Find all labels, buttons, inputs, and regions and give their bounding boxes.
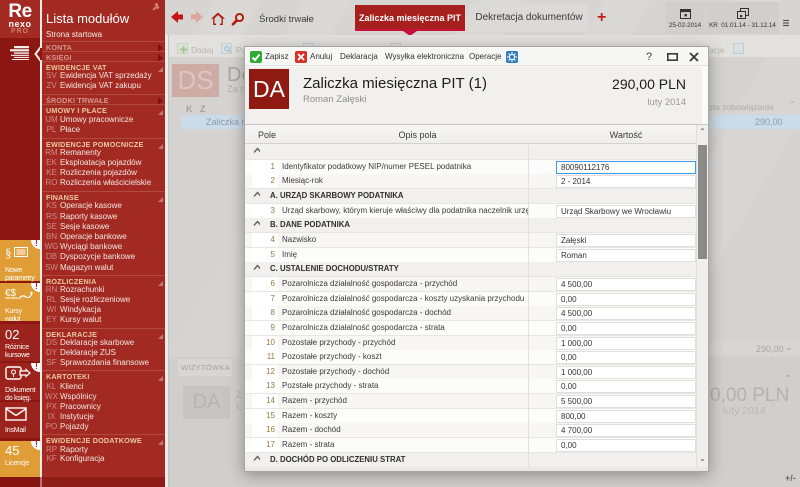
svg-text:§: § xyxy=(5,245,12,259)
svg-text:€$: €$ xyxy=(5,288,17,299)
